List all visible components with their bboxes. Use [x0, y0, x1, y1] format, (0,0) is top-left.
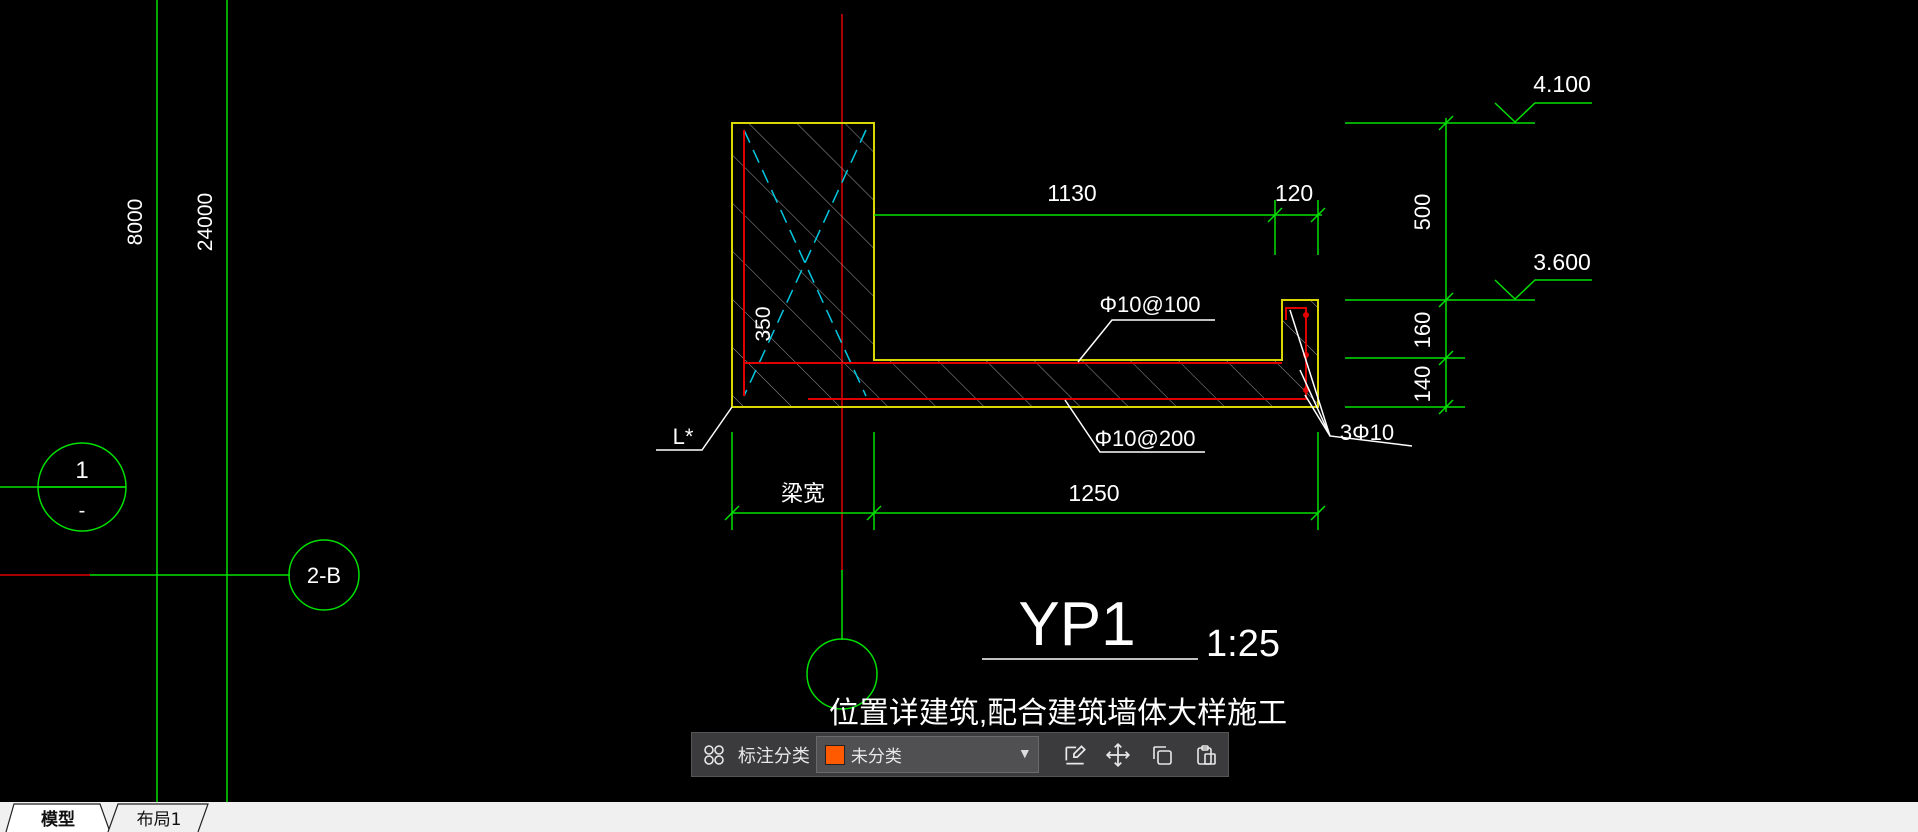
rebar-bottom-label: Φ10@200 — [1094, 426, 1195, 451]
concrete-section — [731, 122, 1319, 408]
annotation-toolbar: 标注分类 未分类 ▼ — [691, 732, 1229, 777]
dim-160: 160 — [1410, 312, 1435, 349]
axis-label-1-top: 1 — [75, 457, 88, 484]
paste-icon[interactable] — [1190, 739, 1222, 771]
drawing-canvas[interactable]: 8000 24000 1 - 2-B 1130 120 4.100 3.600 … — [0, 0, 1918, 802]
dim-140: 140 — [1410, 366, 1435, 403]
dim-1130: 1130 — [1047, 180, 1096, 206]
layout-tab-bar: 模型 布局1 — [0, 802, 1918, 832]
dim-8000: 8000 — [124, 199, 147, 246]
axis-label-2b: 2-B — [307, 563, 341, 588]
bottom-axis-bubble — [806, 570, 878, 710]
copy-icon[interactable] — [1146, 739, 1178, 771]
detail-title: YP1 — [1018, 590, 1135, 659]
dim-350: 350 — [752, 306, 775, 341]
beam-tag: L* — [673, 424, 694, 449]
category-label: 标注分类 — [737, 745, 810, 767]
tab-outlines — [5, 803, 209, 832]
edit-icon[interactable] — [1059, 739, 1091, 771]
tab-model[interactable]: 模型 — [14, 802, 102, 832]
grid-icon[interactable] — [698, 739, 730, 771]
tab-layout1[interactable]: 布局1 — [116, 802, 202, 832]
dim-120: 120 — [1275, 180, 1313, 206]
dim-24000: 24000 — [194, 193, 217, 251]
detail-scale: 1:25 — [1206, 623, 1280, 665]
axis-label-1-bottom: - — [79, 500, 86, 522]
rebar-long-label: 3Φ10 — [1340, 420, 1394, 445]
dim-1250: 1250 — [1068, 480, 1119, 506]
category-select[interactable]: 未分类 ▼ — [815, 736, 1039, 773]
elevation-4100: 4.100 — [1533, 71, 1591, 97]
detail-note: 位置详建筑,配合建筑墙体大样施工 — [829, 697, 1287, 730]
category-color-swatch — [824, 744, 845, 765]
dim-500: 500 — [1410, 194, 1435, 231]
chevron-down-icon: ▼ — [1017, 745, 1032, 761]
grid-lines — [0, 0, 360, 802]
category-selected: 未分类 — [850, 747, 902, 767]
dim-beam-width: 梁宽 — [781, 481, 825, 506]
move-icon[interactable] — [1103, 739, 1135, 771]
elevation-3600: 3.600 — [1533, 249, 1591, 275]
rebar-top-label: Φ10@100 — [1099, 292, 1200, 317]
